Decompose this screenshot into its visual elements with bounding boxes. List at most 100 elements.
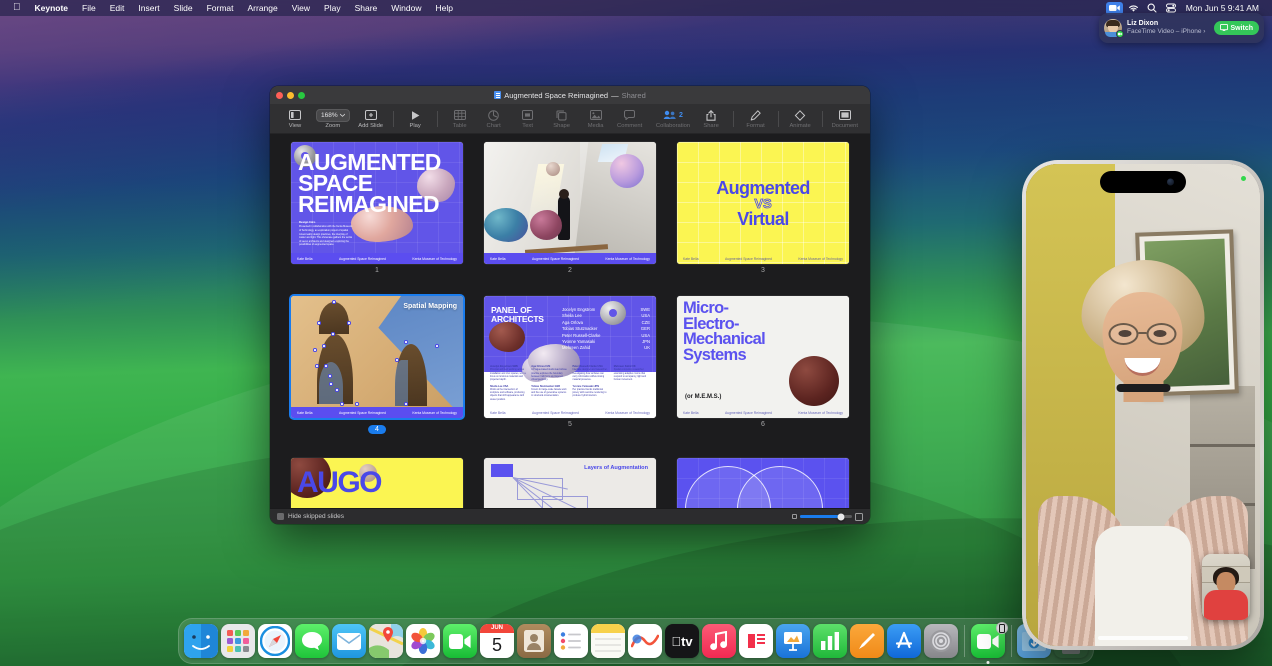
dock-item-music[interactable] <box>702 624 736 658</box>
slide-footer-center: Augmented Space Reimagined <box>532 411 579 415</box>
dock-item-facetime-call[interactable] <box>971 624 1005 658</box>
dock-item-app-store[interactable] <box>887 624 921 658</box>
slide-cell-1[interactable]: AUGMENTED SPACE REIMAGINED Design Intro … <box>291 142 463 274</box>
add-slide-button[interactable]: Add Slide <box>354 108 388 130</box>
dock-item-system-settings[interactable] <box>924 624 958 658</box>
dock-item-freeform[interactable] <box>628 624 662 658</box>
window-titlebar[interactable]: Augmented Space Reimagined — Shared <box>270 86 870 104</box>
zoom-value-box[interactable]: 168% <box>316 109 350 122</box>
dock-item-news[interactable] <box>739 624 773 658</box>
collaboration-button[interactable]: 2 Collaboration <box>652 108 694 130</box>
slide-cell-4[interactable]: Spatial Mapping <box>291 296 463 436</box>
avatar <box>1104 19 1122 37</box>
shape-button[interactable]: Shape <box>545 108 579 130</box>
slide-cell-7[interactable]: AUGO <box>291 458 463 508</box>
table-button[interactable]: Table <box>443 108 477 130</box>
view-button[interactable]: View <box>278 108 312 130</box>
slide-thumbnail-2[interactable]: Kate Bella Augmented Space Reimagined Ke… <box>484 142 656 264</box>
minimize-button[interactable] <box>287 92 294 99</box>
dock-item-keynote[interactable] <box>776 624 810 658</box>
slide-number-6: 6 <box>677 421 849 428</box>
menu-bar-clock[interactable]: Mon Jun 5 9:41 AM <box>1182 3 1263 13</box>
menu-item-edit[interactable]: Edit <box>103 0 132 16</box>
home-indicator[interactable] <box>1098 636 1188 640</box>
animate-button[interactable]: Animate <box>783 108 817 130</box>
keynote-statusbar[interactable]: Hide skipped slides <box>270 508 870 524</box>
dock-item-messages[interactable] <box>295 624 329 658</box>
slider-knob[interactable] <box>837 513 844 520</box>
play-button[interactable]: Play <box>398 108 432 130</box>
dock-item-maps[interactable] <box>369 624 403 658</box>
chart-button[interactable]: Chart <box>477 108 511 130</box>
slide-thumbnail-1[interactable]: AUGMENTED SPACE REIMAGINED Design Intro … <box>291 142 463 264</box>
small-thumbnail-icon[interactable] <box>792 514 797 519</box>
facetime-notification-banner[interactable]: Liz Dixon FaceTime Video – iPhone › Swit… <box>1099 13 1264 43</box>
menu-item-window[interactable]: Window <box>384 0 428 16</box>
slide-cell-5[interactable]: PANEL OF ARCHITECTS Jocelyn EngstromSWE … <box>484 296 656 436</box>
dock-item-pages[interactable] <box>850 624 884 658</box>
slide-navigator[interactable]: AUGMENTED SPACE REIMAGINED Design Intro … <box>270 134 870 508</box>
dock-item-photos[interactable] <box>406 624 440 658</box>
apple-menu-icon[interactable]:  <box>6 2 28 14</box>
menu-item-help[interactable]: Help <box>429 0 460 16</box>
dock-item-appletv[interactable]: tv <box>665 624 699 658</box>
zoom-control[interactable]: 168% Zoom <box>312 108 354 130</box>
slide-thumbnail-8[interactable]: Layers of Augmentation <box>484 458 656 508</box>
slide-cell-6[interactable]: Micro- Electro- Mechanical Systems (or M… <box>677 296 849 436</box>
slide-thumbnail-3[interactable]: Augmented VS Virtual Kate Bella Augmente… <box>677 142 849 264</box>
menu-item-arrange[interactable]: Arrange <box>241 0 285 16</box>
slide-cell-9[interactable]: PHYSICAL AUGMENTED VIRTUAL <box>677 458 849 508</box>
dock-item-finder[interactable] <box>184 624 218 658</box>
window-controls[interactable] <box>276 92 305 99</box>
dock-item-launchpad[interactable] <box>221 624 255 658</box>
document-button[interactable]: Document <box>828 108 862 130</box>
menu-item-slide[interactable]: Slide <box>167 0 200 16</box>
dock-divider <box>964 625 965 657</box>
large-thumbnail-icon[interactable] <box>855 513 863 521</box>
close-button[interactable] <box>276 92 283 99</box>
comment-label: Comment <box>617 123 642 129</box>
slide-thumbnail-7[interactable]: AUGO <box>291 458 463 508</box>
text-button[interactable]: Text <box>511 108 545 130</box>
dock[interactable]: JUN 5 tv <box>178 618 1094 664</box>
slide-number-4: 4 <box>368 425 386 434</box>
slide-cell-8[interactable]: Layers of Augmentation <box>484 458 656 508</box>
keynote-toolbar[interactable]: View 168% Zoom Add Slide <box>270 104 870 134</box>
maximize-button[interactable] <box>298 92 305 99</box>
slide-thumbnail-4[interactable]: Spatial Mapping <box>291 296 463 418</box>
slide-cell-3[interactable]: Augmented VS Virtual Kate Bella Augmente… <box>677 142 849 274</box>
media-button[interactable]: Media <box>579 108 613 130</box>
iphone-screen[interactable] <box>1026 164 1260 646</box>
self-view-pip[interactable] <box>1202 554 1250 620</box>
slide-thumbnail-9[interactable]: PHYSICAL AUGMENTED VIRTUAL <box>677 458 849 508</box>
dock-item-mail[interactable] <box>332 624 366 658</box>
format-button[interactable]: Format <box>739 108 773 130</box>
menu-item-keynote[interactable]: Keynote <box>28 0 76 16</box>
document-icon <box>494 91 501 99</box>
slide-cell-2[interactable]: Kate Bella Augmented Space Reimagined Ke… <box>484 142 656 274</box>
dock-item-notes[interactable] <box>591 624 625 658</box>
comment-button[interactable]: Comment <box>613 108 647 130</box>
slide-thumbnail-6[interactable]: Micro- Electro- Mechanical Systems (or M… <box>677 296 849 418</box>
switch-button[interactable]: Switch <box>1214 21 1259 35</box>
menu-item-format[interactable]: Format <box>200 0 241 16</box>
menu-item-share[interactable]: Share <box>348 0 385 16</box>
chart-label: Chart <box>487 123 501 129</box>
dock-item-numbers[interactable] <box>813 624 847 658</box>
dock-item-reminders[interactable] <box>554 624 588 658</box>
dock-item-safari[interactable] <box>258 624 292 658</box>
slide-thumbnail-5[interactable]: PANEL OF ARCHITECTS Jocelyn EngstromSWE … <box>484 296 656 418</box>
hide-skipped-slides-checkbox[interactable] <box>277 513 284 520</box>
menu-item-insert[interactable]: Insert <box>131 0 166 16</box>
menu-item-file[interactable]: File <box>75 0 103 16</box>
dock-item-facetime[interactable] <box>443 624 477 658</box>
menu-item-view[interactable]: View <box>285 0 317 16</box>
menu-item-play[interactable]: Play <box>317 0 348 16</box>
slider-track[interactable] <box>800 515 852 518</box>
dock-item-calendar[interactable]: JUN 5 <box>480 624 514 658</box>
keynote-window[interactable]: Augmented Space Reimagined — Shared View… <box>270 86 870 524</box>
dock-item-contacts[interactable] <box>517 624 551 658</box>
share-button[interactable]: Share <box>694 108 728 130</box>
thumbnail-size-slider[interactable] <box>792 513 863 521</box>
iphone-facetime-overlay[interactable] <box>1022 160 1264 650</box>
